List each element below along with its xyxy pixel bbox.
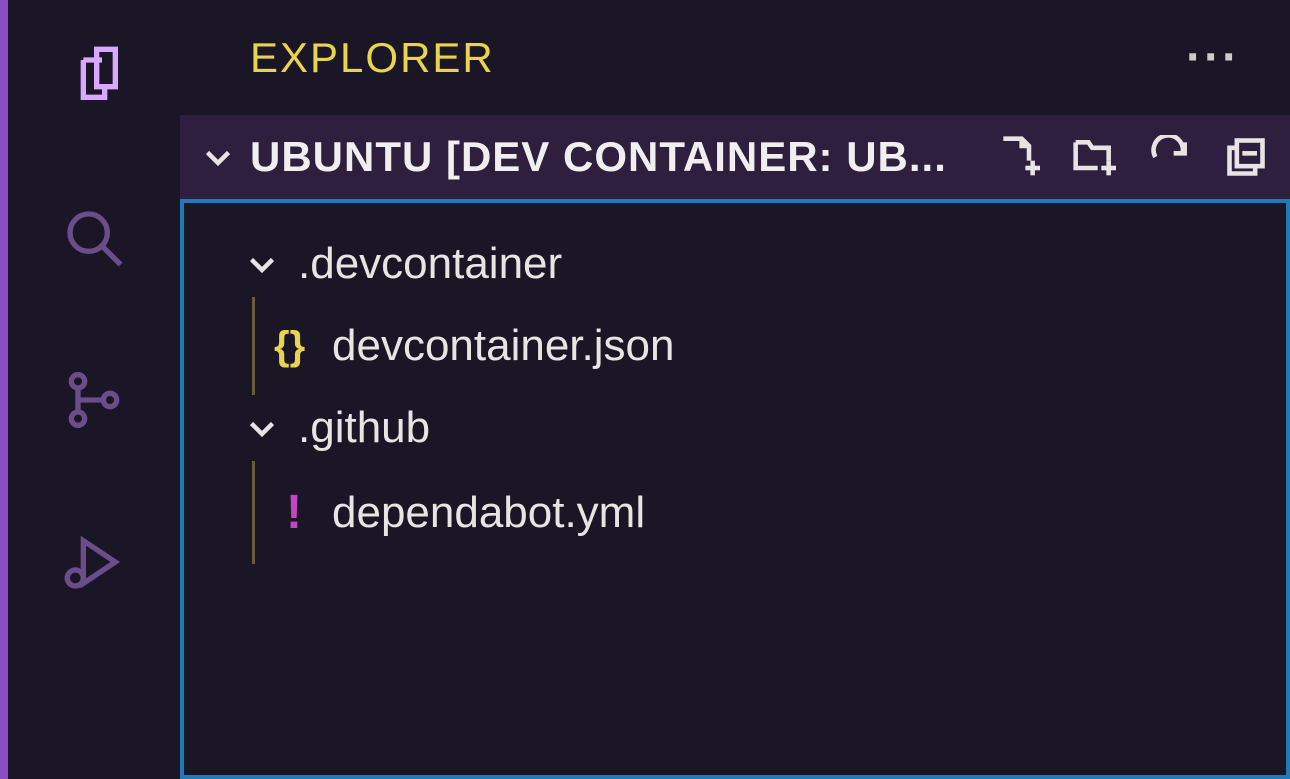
chevron-down-icon (244, 246, 280, 282)
sidebar-header: EXPLORER ··· (180, 0, 1290, 115)
chevron-down-icon[interactable] (200, 139, 236, 175)
file-label: dependabot.yml (332, 488, 645, 538)
folder-label: .github (298, 403, 430, 453)
more-actions-icon[interactable]: ··· (1186, 30, 1240, 85)
file-label: devcontainer.json (332, 321, 674, 371)
workspace-name: UBUNTU [DEV CONTAINER: UB... (250, 133, 980, 181)
folder-github[interactable]: .github (184, 387, 1286, 469)
yml-file-icon: ! (274, 485, 314, 540)
refresh-icon[interactable] (1146, 133, 1194, 181)
json-file-icon: {} (274, 324, 314, 369)
sidebar-title: EXPLORER (250, 34, 495, 82)
chevron-down-icon (244, 410, 280, 446)
file-tree: .devcontainer {} devcontainer.json .gith… (180, 199, 1290, 779)
run-debug-icon[interactable] (58, 526, 130, 598)
workspace-actions (994, 133, 1270, 181)
new-file-icon[interactable] (994, 133, 1042, 181)
explorer-icon[interactable] (58, 40, 130, 112)
new-folder-icon[interactable] (1070, 133, 1118, 181)
folder-label: .devcontainer (298, 239, 562, 289)
search-icon[interactable] (58, 202, 130, 274)
source-control-icon[interactable] (58, 364, 130, 436)
workspace-header[interactable]: UBUNTU [DEV CONTAINER: UB... (180, 115, 1290, 199)
file-devcontainer-json[interactable]: {} devcontainer.json (184, 305, 1286, 387)
collapse-all-icon[interactable] (1222, 133, 1270, 181)
folder-devcontainer[interactable]: .devcontainer (184, 223, 1286, 305)
activity-bar (0, 0, 180, 779)
explorer-sidebar: EXPLORER ··· UBUNTU [DEV CONTAINER: UB..… (180, 0, 1290, 779)
file-dependabot-yml[interactable]: ! dependabot.yml (184, 469, 1286, 556)
